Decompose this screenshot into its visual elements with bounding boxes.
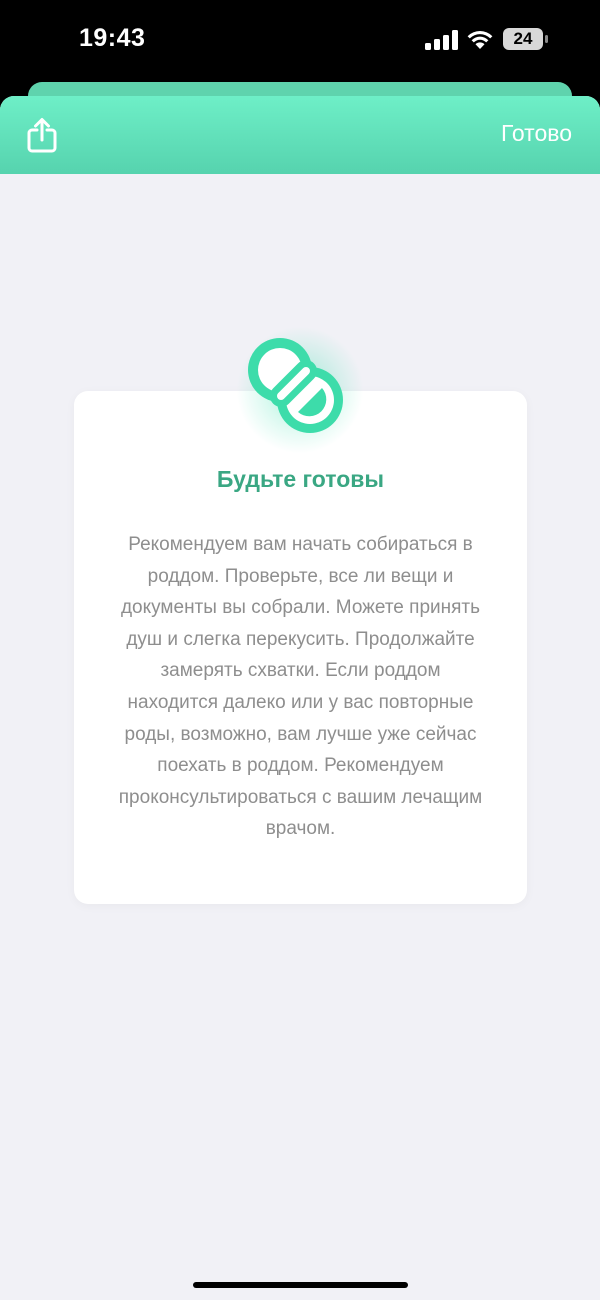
status-time: 19:43 <box>79 24 146 52</box>
card-title: Будьте готовы <box>216 466 385 492</box>
share-button[interactable] <box>22 114 62 156</box>
pacifier-icon <box>248 338 343 433</box>
cellular-signal-icon <box>425 30 458 50</box>
status-bar: 19:43 24 <box>0 0 600 82</box>
share-icon <box>27 118 57 153</box>
nav-bar: Готово <box>0 96 600 174</box>
wifi-icon <box>467 31 493 49</box>
done-button[interactable]: Готово <box>501 120 572 147</box>
modal-sheet: Готово Будьте готовы Рекомендуем вам нач… <box>0 96 600 1300</box>
info-card: Будьте готовы Рекомендуем вам начать соб… <box>74 391 527 904</box>
card-body: Рекомендуем вам начать собираться в родд… <box>118 534 483 840</box>
battery-level: 24 <box>513 29 533 48</box>
home-indicator <box>193 1282 408 1288</box>
